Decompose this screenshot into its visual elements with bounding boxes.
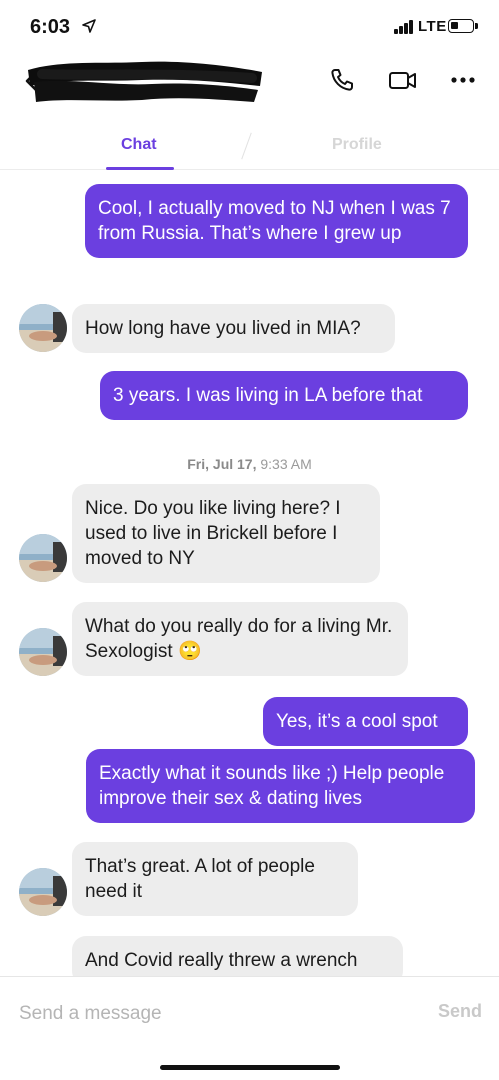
more-horizontal-icon[interactable] xyxy=(450,66,476,94)
redacted-contact-name xyxy=(28,61,262,102)
video-camera-icon[interactable] xyxy=(388,66,418,94)
location-arrow-icon xyxy=(82,19,96,33)
battery-level xyxy=(451,22,458,29)
avatar[interactable] xyxy=(19,534,67,582)
message-timestamp: Fri, Jul 17, 9:33 AM xyxy=(0,456,499,472)
avatar-photo xyxy=(19,868,67,916)
message-text: How long have you lived in MIA? xyxy=(85,318,361,339)
message-text: 3 years. I was living in LA before that xyxy=(113,385,423,406)
message-text: Exactly what it sounds like ;) Help peop… xyxy=(99,763,445,809)
message-text: Cool, I actually moved to NJ when I was … xyxy=(98,198,451,244)
tab-bar: Chat Profile xyxy=(0,124,499,170)
message-bubble-received: Nice. Do you like living here? I used to… xyxy=(72,484,380,583)
status-time: 6:03 xyxy=(30,16,71,38)
avatar-photo xyxy=(19,534,67,582)
battery-nub xyxy=(475,23,478,29)
message-text: What do you really do for a living Mr. S… xyxy=(85,616,393,662)
message-composer: Send xyxy=(0,976,499,1080)
send-button[interactable]: Send xyxy=(438,1001,482,1022)
tab-divider xyxy=(241,132,252,160)
avatar[interactable] xyxy=(19,304,67,352)
status-bar: 6:03 LTE xyxy=(0,0,499,52)
tab-profile[interactable]: Profile xyxy=(332,136,382,154)
timestamp-day: Fri, Jul 17, xyxy=(187,456,257,472)
chat-header xyxy=(0,52,499,110)
battery-icon xyxy=(448,19,474,33)
tab-chat[interactable]: Chat xyxy=(121,136,157,154)
home-indicator[interactable] xyxy=(160,1065,340,1070)
avatar[interactable] xyxy=(19,868,67,916)
avatar-photo xyxy=(19,304,67,352)
message-text: Yes, it’s a cool spot xyxy=(276,711,438,732)
network-type: LTE xyxy=(418,18,447,35)
message-bubble-sent: Exactly what it sounds like ;) Help peop… xyxy=(86,749,475,823)
message-input[interactable] xyxy=(19,999,399,1029)
phone-icon[interactable] xyxy=(328,66,356,94)
message-bubble-received: And Covid really threw a wrench xyxy=(72,936,403,976)
message-bubble-sent: Yes, it’s a cool spot xyxy=(263,697,468,746)
message-bubble-received: That’s great. A lot of people need it xyxy=(72,842,358,916)
message-text: And Covid really threw a wrench xyxy=(85,950,358,971)
message-text: That’s great. A lot of people need it xyxy=(85,856,315,902)
avatar-photo xyxy=(19,628,67,676)
message-bubble-sent: 3 years. I was living in LA before that xyxy=(100,371,468,420)
message-text: Nice. Do you like living here? I used to… xyxy=(85,498,341,569)
message-bubble-received: How long have you lived in MIA? xyxy=(72,304,395,353)
message-list[interactable]: Cool, I actually moved to NJ when I was … xyxy=(0,170,499,976)
avatar[interactable] xyxy=(19,628,67,676)
timestamp-time: 9:33 AM xyxy=(260,456,312,472)
signal-strength-icon xyxy=(394,20,414,34)
message-bubble-received: What do you really do for a living Mr. S… xyxy=(72,602,408,676)
message-bubble-sent: Cool, I actually moved to NJ when I was … xyxy=(85,184,468,258)
